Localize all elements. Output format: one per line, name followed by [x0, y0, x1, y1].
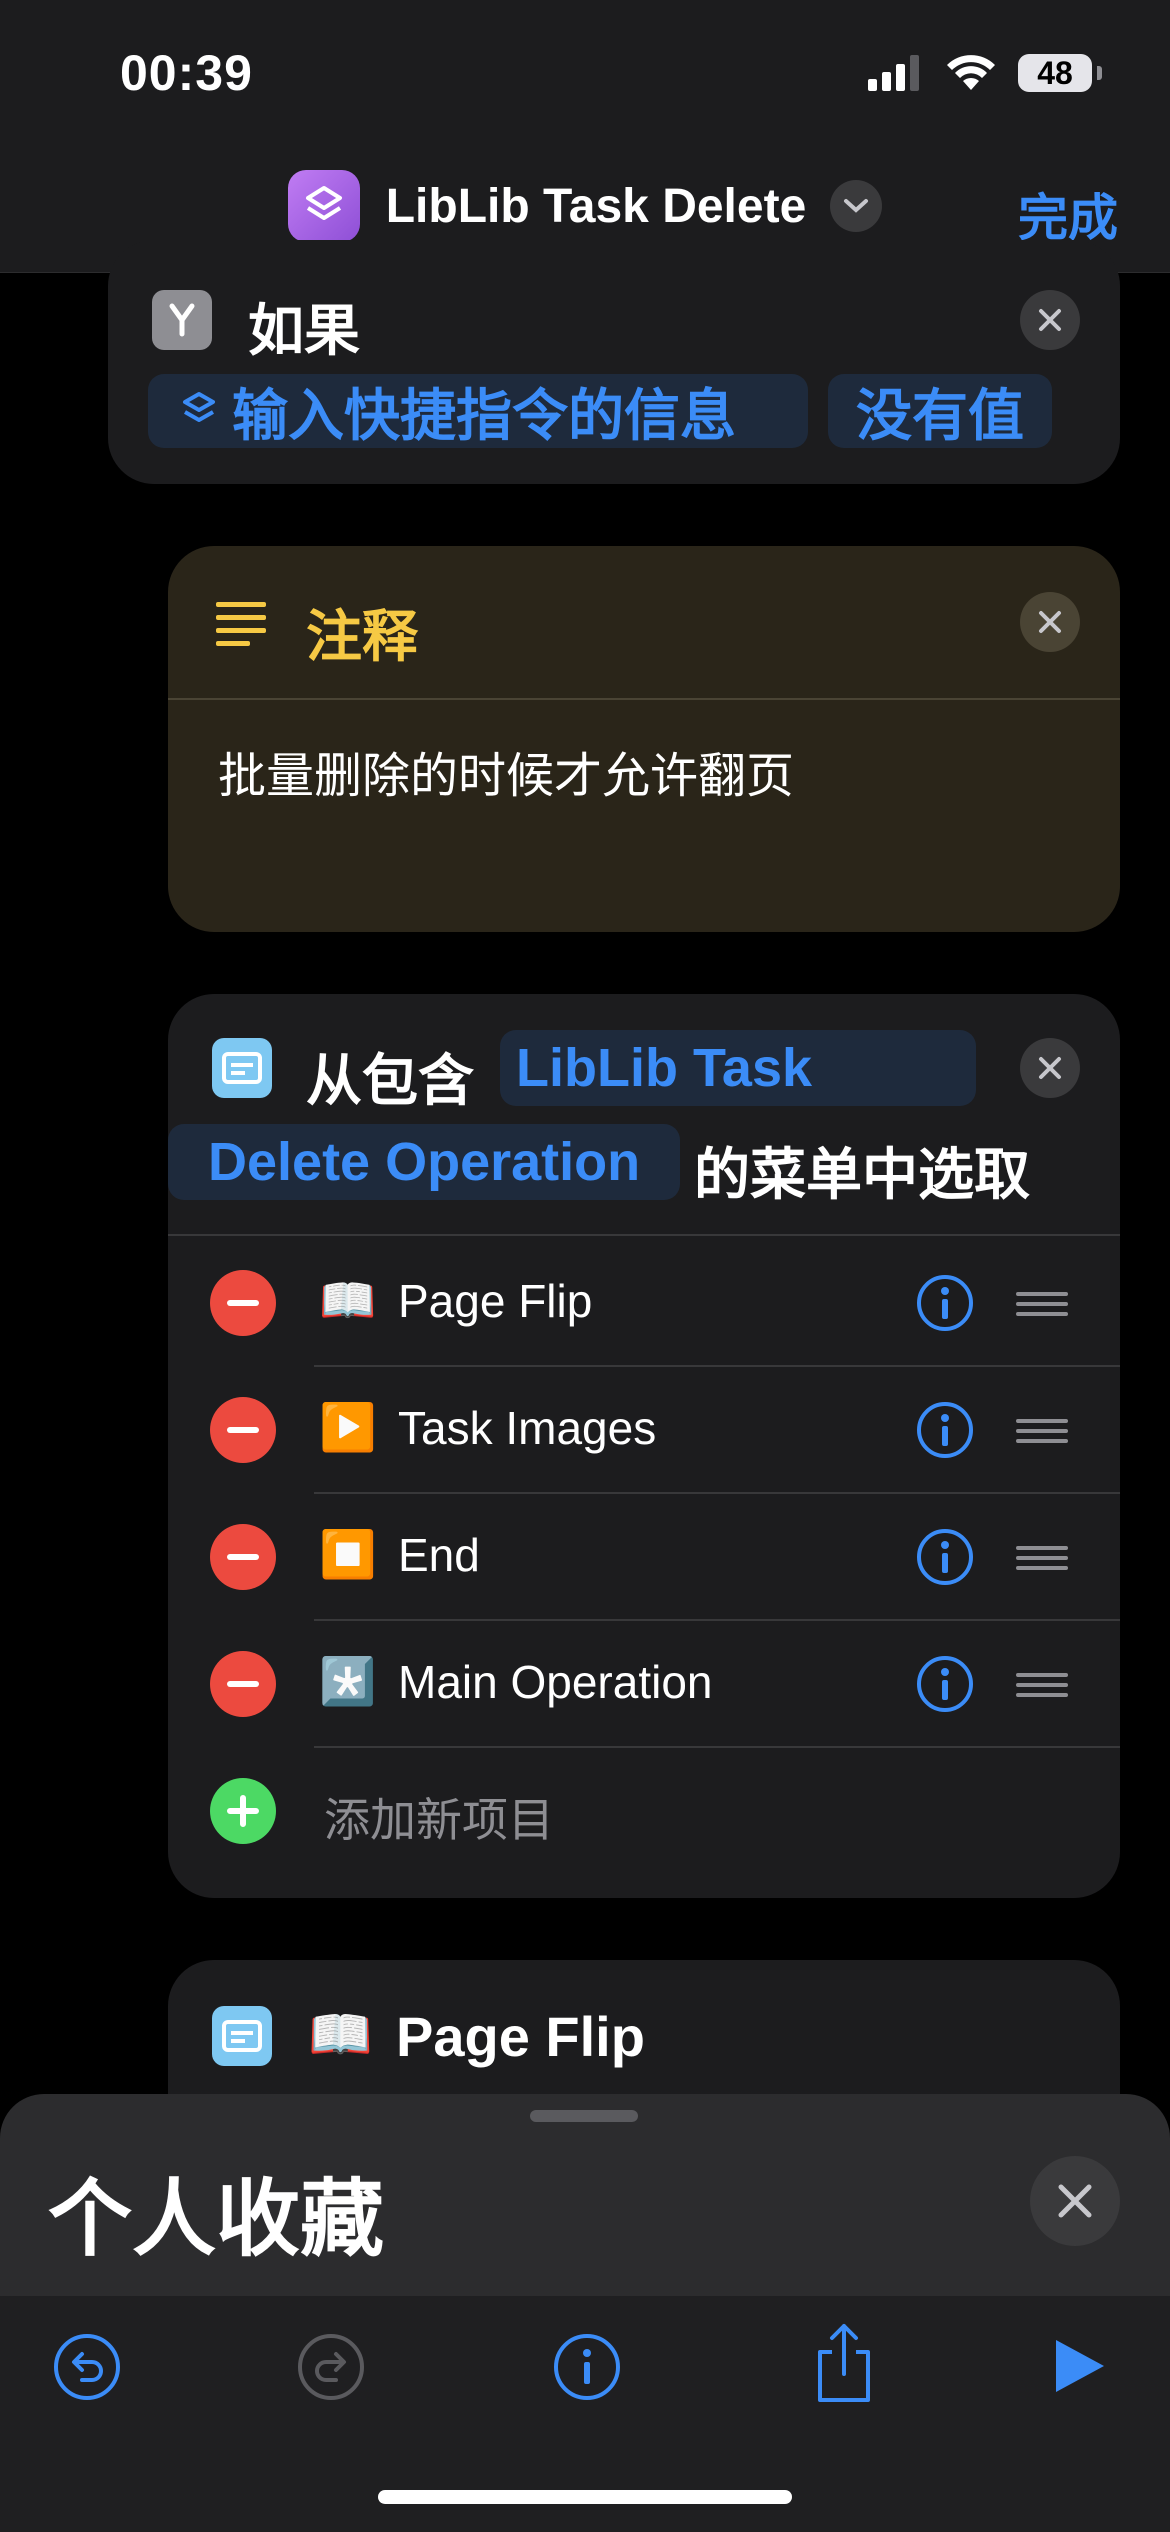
- battery-icon: 48: [1018, 54, 1102, 92]
- menu-prompt-text2: Delete Operation: [208, 1132, 641, 1192]
- item-emoji: *️⃣: [319, 1654, 377, 1707]
- menu-prompt-line1[interactable]: LibLib Task: [500, 1030, 976, 1106]
- delete-item-button[interactable]: [210, 1270, 276, 1336]
- close-icon: [1039, 1057, 1061, 1079]
- sheet-title: 个人收藏: [48, 2172, 385, 2266]
- minus-icon: [227, 1681, 259, 1687]
- menu-prompt-line2[interactable]: Delete Operation: [168, 1124, 680, 1200]
- grip-icon[interactable]: [1016, 1419, 1068, 1443]
- grip-icon[interactable]: [1016, 1546, 1068, 1570]
- item-label[interactable]: End: [398, 1528, 480, 1582]
- undo-icon[interactable]: [52, 2332, 122, 2402]
- condition-selector[interactable]: 没有值: [828, 374, 1052, 448]
- close-icon: [1039, 611, 1061, 633]
- close-icon: [1058, 2184, 1092, 2218]
- add-new-item-label: 添加新项目: [324, 1794, 554, 1846]
- menu-icon: [212, 1038, 272, 1098]
- shortcuts-app-icon: [287, 170, 360, 242]
- plus-icon[interactable]: [210, 1778, 276, 1844]
- minus-icon: [227, 1427, 259, 1433]
- status-time: 00:39: [120, 45, 253, 101]
- shortcut-title-bar[interactable]: LibLib Task Delete: [0, 170, 1170, 242]
- list-item: ▶️ Task Images: [168, 1367, 1120, 1494]
- menu-suffix: 的菜单中选取: [694, 1143, 1030, 1206]
- minus-icon: [227, 1300, 259, 1306]
- status-icons: 48: [868, 54, 1102, 92]
- item-emoji: ▶️: [319, 1400, 377, 1453]
- close-icon: [1039, 309, 1061, 331]
- sheet-grabber[interactable]: [530, 2110, 638, 2122]
- delete-item-button[interactable]: [210, 1397, 276, 1463]
- item-label[interactable]: Main Operation: [398, 1655, 713, 1709]
- info-icon[interactable]: [916, 1528, 974, 1586]
- delete-item-button[interactable]: [210, 1524, 276, 1590]
- list-item: ⏹️ End: [168, 1494, 1120, 1621]
- redo-icon[interactable]: [296, 2332, 366, 2402]
- comment-text[interactable]: 批量删除的时候才允许翻页: [218, 736, 794, 806]
- share-icon[interactable]: [808, 2320, 880, 2404]
- home-indicator: [378, 2490, 792, 2504]
- menu-case-label: Page Flip: [396, 2005, 645, 2068]
- info-icon[interactable]: [552, 2332, 622, 2402]
- condition-label: 没有值: [856, 383, 1024, 447]
- variable-icon: [183, 392, 215, 422]
- add-new-item-row[interactable]: 添加新项目: [168, 1748, 1120, 1875]
- close-sheet-button[interactable]: [1030, 2156, 1120, 2246]
- item-label[interactable]: Page Flip: [398, 1274, 592, 1328]
- variable-label: 输入快捷指令的信息: [232, 383, 736, 447]
- play-icon[interactable]: [1052, 2336, 1108, 2396]
- list-item: *️⃣ Main Operation: [168, 1621, 1120, 1748]
- if-branch-icon: [152, 290, 212, 350]
- info-icon[interactable]: [916, 1274, 974, 1332]
- menu-items-list: 📖 Page Flip ▶️ Task Images ⏹️ End *️⃣ Ma…: [168, 1240, 1120, 1880]
- shortcut-input-variable[interactable]: 输入快捷指令的信息: [148, 374, 808, 448]
- list-item: 📖 Page Flip: [168, 1240, 1120, 1367]
- menu-icon: [212, 2006, 272, 2066]
- grip-icon[interactable]: [1016, 1292, 1068, 1316]
- remove-menu-button[interactable]: [1020, 1038, 1080, 1098]
- menu-prompt-text1: LibLib Task: [516, 1038, 813, 1098]
- remove-comment-button[interactable]: [1020, 592, 1080, 652]
- wifi-icon: [947, 55, 995, 90]
- menu-case-emoji: 📖: [308, 2006, 373, 2064]
- info-icon[interactable]: [916, 1655, 974, 1713]
- if-label: 如果: [248, 299, 360, 362]
- comment-label: 注释: [306, 605, 418, 668]
- remove-if-action-button[interactable]: [1020, 290, 1080, 350]
- grip-icon[interactable]: [1016, 1673, 1068, 1697]
- shortcut-title: LibLib Task Delete: [385, 179, 807, 233]
- menu-prefix: 从包含: [306, 1049, 474, 1112]
- info-icon[interactable]: [916, 1401, 974, 1459]
- item-label[interactable]: Task Images: [398, 1401, 656, 1455]
- menu-header-divider: [168, 1234, 1120, 1236]
- item-emoji: ⏹️: [319, 1527, 377, 1580]
- chevron-down-icon[interactable]: [830, 180, 883, 232]
- comment-divider: [168, 698, 1120, 700]
- signal-icon: [868, 55, 919, 91]
- item-emoji: 📖: [319, 1273, 377, 1326]
- text-lines-icon: [216, 602, 266, 646]
- delete-item-button[interactable]: [210, 1651, 276, 1717]
- minus-icon: [227, 1554, 259, 1560]
